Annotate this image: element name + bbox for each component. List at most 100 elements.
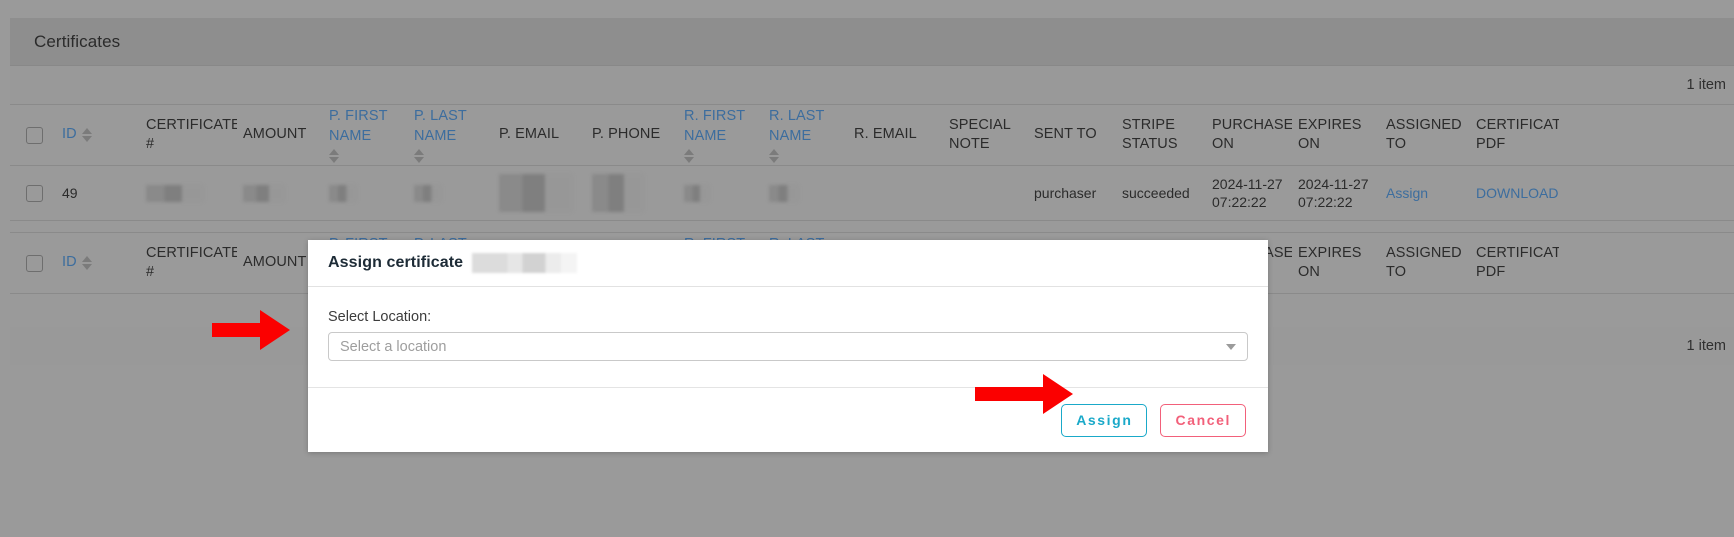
column-header-inner: P. LAST NAME xyxy=(414,107,487,163)
column-header-p-phone: P. PHONE xyxy=(586,105,678,165)
column-header-label: R. FIRST NAME xyxy=(684,108,745,144)
cell-stripe-status: succeeded xyxy=(1122,184,1190,201)
cell-p-email xyxy=(493,166,586,220)
certificates-page: Certificates 1 item ID CERTIFICATE # AMOUN… xyxy=(0,0,1734,537)
column-header-p-email: P. EMAIL xyxy=(493,105,586,165)
column-header-id[interactable]: ID xyxy=(56,105,140,165)
column-header-stripe-status: STRIPE STATUS xyxy=(1116,105,1206,165)
column-header-inner: CERTIFICATE # xyxy=(146,244,237,282)
redacted-value xyxy=(592,174,644,212)
column-header-p-first-name[interactable]: P. FIRST NAME xyxy=(323,105,408,165)
cell-r-last-name xyxy=(763,166,848,220)
arrow-shaft xyxy=(975,387,1043,401)
assign-button[interactable]: Assign xyxy=(1061,403,1148,437)
column-header-certificate-no: CERTIFICATE # xyxy=(140,105,237,165)
checkbox-icon[interactable] xyxy=(26,184,43,202)
column-header-inner: CERTIFICATE PDF xyxy=(1476,116,1559,154)
column-header-label: R. LAST NAME xyxy=(769,108,825,144)
column-header-certificate-no: CERTIFICATE # xyxy=(140,233,237,293)
column-header-r-first-name[interactable]: R. FIRST NAME xyxy=(678,105,763,165)
column-header-inner: P. PHONE xyxy=(592,125,660,144)
column-header-label: P. EMAIL xyxy=(499,126,560,143)
cell-p-first-name xyxy=(323,166,408,220)
row-checkbox[interactable] xyxy=(10,166,56,220)
column-header-amount: AMOUNT xyxy=(237,105,323,165)
checkbox-icon[interactable] xyxy=(26,126,43,144)
redacted-value xyxy=(414,184,442,202)
redacted-value xyxy=(499,174,573,212)
column-header-label: CERTIFICATE PDF xyxy=(1476,116,1559,152)
sort-icon[interactable] xyxy=(81,256,92,270)
sort-icon[interactable] xyxy=(769,148,779,163)
chevron-down-icon xyxy=(1226,343,1236,350)
column-header-inner: PURCHASED ON xyxy=(1212,116,1292,154)
arrow-shaft xyxy=(212,323,260,337)
select-all-checkbox[interactable] xyxy=(10,105,56,165)
annotation-arrow-assign-button xyxy=(975,374,1073,414)
column-header-assigned-to: ASSIGNED TO xyxy=(1380,233,1470,293)
redacted-value xyxy=(769,184,799,202)
modal-footer: Assign Cancel xyxy=(308,388,1268,452)
column-header-label: SENT TO xyxy=(1034,126,1097,143)
column-header-expires-on: EXPIRES ON xyxy=(1292,105,1380,165)
select-location-label: Select Location: xyxy=(328,309,432,325)
modal-title: Assign certificate xyxy=(328,254,464,271)
column-header-assigned-to: ASSIGNED TO xyxy=(1380,105,1470,165)
cancel-button[interactable]: Cancel xyxy=(1160,403,1246,437)
column-header-label: P. PHONE xyxy=(592,126,661,143)
redacted-value xyxy=(684,184,710,202)
assign-certificate-modal: Assign certificate Select Location: Sele… xyxy=(308,240,1268,452)
sort-icon[interactable] xyxy=(329,148,339,163)
select-all-checkbox[interactable] xyxy=(10,233,56,293)
checkbox-icon[interactable] xyxy=(26,254,43,272)
cell-certificate-pdf[interactable]: DOWNLOAD xyxy=(1470,166,1559,220)
column-header-r-email: R. EMAIL xyxy=(848,105,943,165)
column-header-inner: AMOUNT xyxy=(243,125,306,144)
column-header-label: EXPIRES ON xyxy=(1298,116,1362,152)
column-header-inner: P. EMAIL xyxy=(499,125,559,144)
redacted-value xyxy=(243,184,285,202)
column-header-label: ASSIGNED TO xyxy=(1386,116,1462,152)
column-header-label: CERTIFICATE # xyxy=(146,244,237,280)
modal-header: Assign certificate xyxy=(308,240,1268,287)
column-header-inner: AMOUNT xyxy=(243,253,306,272)
column-header-r-last-name[interactable]: R. LAST NAME xyxy=(763,105,848,165)
column-header-expires-on: EXPIRES ON xyxy=(1292,233,1380,293)
table-header-row: ID CERTIFICATE # AMOUNT P. FIRST NAME P. LAS… xyxy=(10,104,1734,166)
item-count-bar-top: 1 item xyxy=(10,66,1734,104)
location-select[interactable]: Select a location xyxy=(328,332,1248,361)
column-header-id[interactable]: ID xyxy=(56,233,140,293)
sort-icon[interactable] xyxy=(414,148,424,163)
column-header-inner: R. EMAIL xyxy=(854,125,917,144)
column-header-inner: P. FIRST NAME xyxy=(329,107,402,163)
sort-icon[interactable] xyxy=(81,128,92,142)
cell-r-first-name xyxy=(678,166,763,220)
table-row: 49 purchaser succeeded 2024-11-27 07:22:22 2… xyxy=(10,166,1734,221)
column-header-label: ASSIGNED TO xyxy=(1386,244,1462,280)
column-header-inner: ID xyxy=(62,253,92,272)
column-header-label: EXPIRES ON xyxy=(1298,244,1362,280)
column-header-inner: R. LAST NAME xyxy=(769,107,842,163)
arrow-head xyxy=(260,310,290,350)
column-header-inner: CERTIFICATE PDF xyxy=(1476,244,1559,282)
column-header-purchased-on: PURCHASED ON xyxy=(1206,105,1292,165)
column-header-label: SPECIAL NOTE xyxy=(949,116,1011,152)
item-count-bottom: 1 item xyxy=(1686,338,1727,354)
column-header-certificate-pdf: CERTIFICATE PDF xyxy=(1470,233,1559,293)
cell-certificate-no xyxy=(140,166,237,220)
column-header-label: ID xyxy=(62,254,77,271)
column-header-inner: STRIPE STATUS xyxy=(1122,116,1200,154)
column-header-label: CERTIFICATE # xyxy=(146,116,237,152)
column-header-label: ID xyxy=(62,126,77,143)
sort-icon[interactable] xyxy=(684,148,694,163)
cell-assigned-to[interactable]: Assign xyxy=(1380,166,1470,220)
cell-expires-on: 2024-11-27 07:22:22 xyxy=(1298,175,1369,210)
column-header-p-last-name[interactable]: P. LAST NAME xyxy=(408,105,493,165)
modal-title-redacted-value xyxy=(472,253,578,273)
modal-body: Select Location: Select a location xyxy=(308,287,1268,388)
item-count-top: 1 item xyxy=(1686,77,1727,93)
column-header-label: PURCHASED ON xyxy=(1212,116,1292,152)
column-header-inner: ASSIGNED TO xyxy=(1386,116,1464,154)
column-header-label: P. LAST NAME xyxy=(414,108,467,144)
location-select-placeholder: Select a location xyxy=(340,338,447,355)
